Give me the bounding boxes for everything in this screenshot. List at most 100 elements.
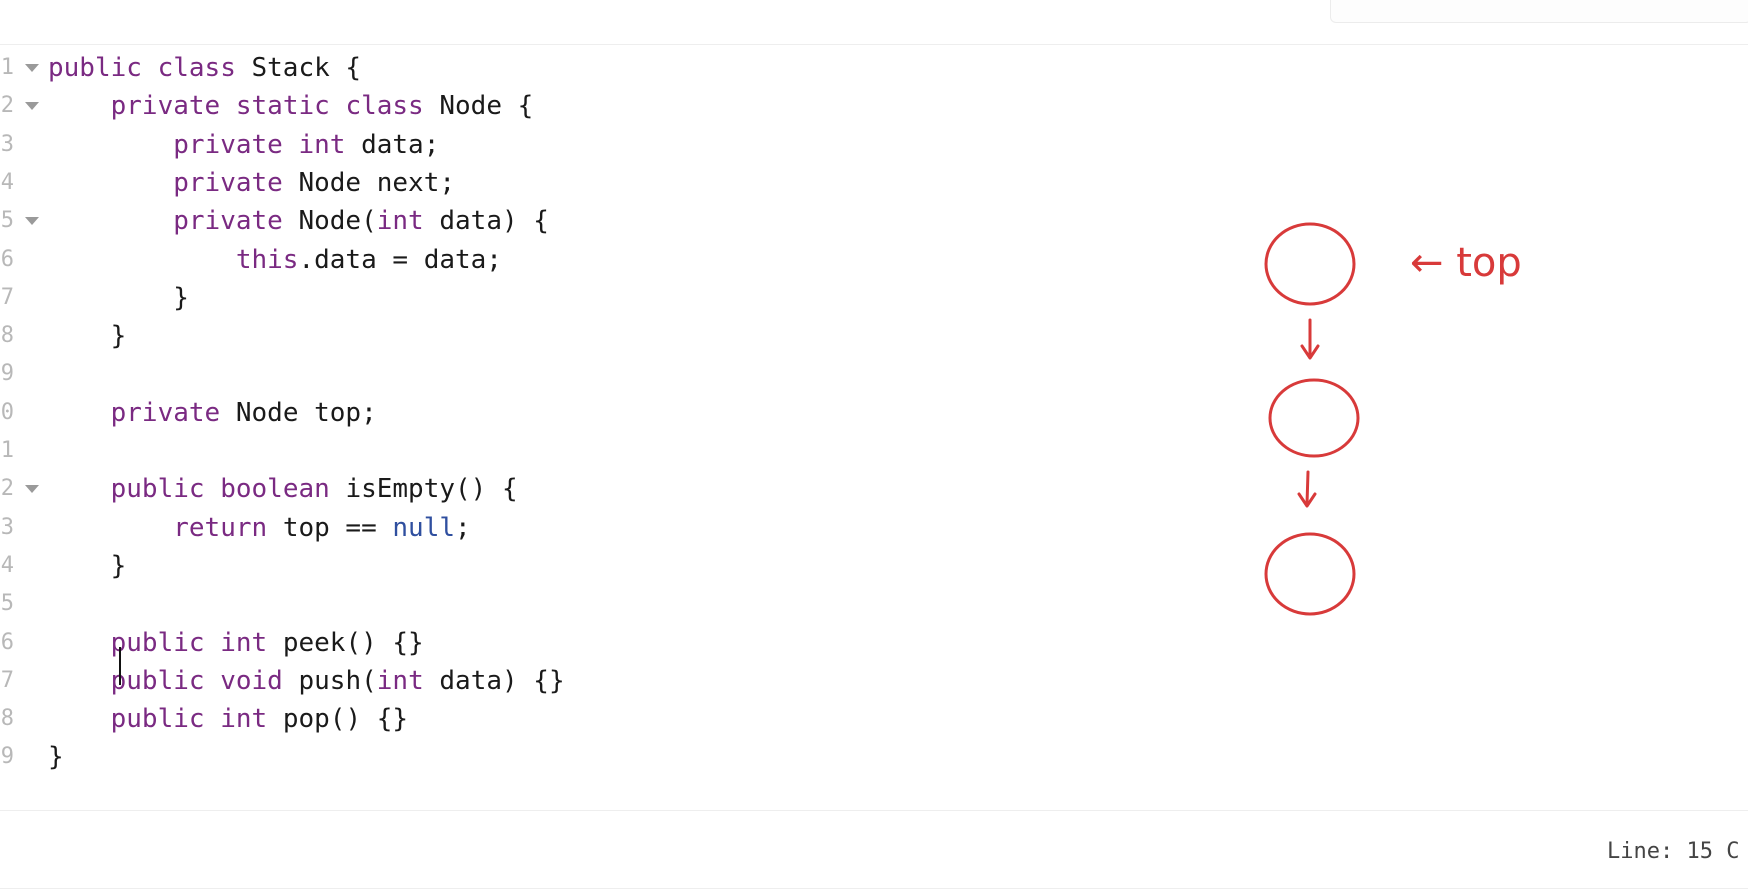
code-token: this: [235, 244, 299, 275]
code-line[interactable]: public int pop() {}: [48, 700, 408, 738]
code-token: public: [110, 627, 221, 658]
code-line[interactable]: private int data;: [48, 126, 439, 164]
code-line[interactable]: public class Stack {: [48, 49, 361, 87]
fold-arrow-icon[interactable]: [25, 64, 39, 72]
text-cursor: [119, 647, 121, 685]
code-line[interactable]: public boolean isEmpty() {: [48, 470, 518, 508]
top-input-box[interactable]: [1330, 0, 1748, 23]
code-line[interactable]: public int peek() {}: [48, 624, 424, 662]
code-token: null: [392, 512, 456, 543]
code-token: Node(: [298, 206, 377, 237]
code-token: int: [298, 129, 362, 160]
top-bar: [0, 0, 1748, 45]
code-token: public: [48, 53, 158, 83]
code-token: int: [376, 206, 440, 237]
line-number: 8: [0, 706, 14, 732]
code-token: void: [220, 665, 299, 696]
status-bar: Line: 15 C: [0, 810, 1748, 896]
code-token: pop() {}: [282, 704, 409, 735]
code-token: private: [173, 129, 299, 160]
bottom-divider: [0, 888, 1748, 889]
line-number: 3: [0, 131, 14, 157]
code-token: isEmpty() {: [345, 474, 518, 505]
code-token: }: [48, 550, 127, 581]
code-token: private: [110, 91, 236, 122]
code-line[interactable]: }: [48, 317, 127, 355]
code-token: int: [220, 627, 283, 658]
code-line[interactable]: }: [48, 547, 127, 585]
line-number: 8: [0, 323, 14, 349]
line-number: 2: [0, 93, 14, 119]
line-number: 1: [0, 55, 14, 80]
code-token: ;: [455, 512, 471, 543]
code-token: public: [110, 665, 221, 696]
code-token: private: [173, 167, 299, 198]
line-number: 4: [0, 169, 14, 195]
code-token: data) {: [439, 206, 549, 237]
code-line[interactable]: private Node next;: [48, 164, 455, 202]
stack-node-3: [1264, 532, 1356, 616]
code-token: Node top;: [235, 397, 377, 428]
line-number: 2: [0, 476, 14, 502]
code-line[interactable]: return top == null;: [48, 509, 471, 547]
stack-node-2: [1268, 378, 1360, 458]
line-number: 4: [0, 552, 14, 578]
top-pointer-label: ← top: [1410, 240, 1522, 286]
next-arrow-2: [1297, 470, 1317, 508]
code-token: boolean: [220, 474, 346, 505]
code-token: int: [220, 704, 283, 735]
code-token: }: [48, 742, 64, 773]
code-token: static: [235, 91, 346, 122]
code-line[interactable]: }: [48, 738, 64, 776]
code-token: Node next;: [298, 167, 456, 198]
code-token: private: [173, 206, 299, 237]
line-number: 6: [0, 246, 14, 272]
next-arrow-1: [1300, 318, 1320, 360]
code-line[interactable]: private static class Node {: [48, 87, 534, 125]
code-token: .data = data;: [298, 244, 502, 275]
app-window: 1 2 3 4 5 6 7 8 9 0 1 2 3 4 5 6 7 8 9 public class Stack {…: [0, 0, 1748, 896]
code-token: push(: [298, 665, 377, 696]
line-number: 7: [0, 667, 14, 693]
code-token: private: [110, 397, 236, 428]
code-token: int: [376, 665, 440, 696]
code-token: Stack {: [251, 53, 362, 83]
line-number: 5: [0, 591, 14, 617]
line-number: 3: [0, 514, 14, 540]
code-token: data;: [361, 129, 440, 160]
line-number: 6: [0, 629, 14, 655]
fold-arrow-icon[interactable]: [25, 217, 39, 226]
code-line[interactable]: }: [48, 279, 189, 317]
code-token: top ==: [282, 512, 393, 543]
stack-node-1: [1264, 222, 1356, 306]
code-line[interactable]: private Node(int data) {: [48, 202, 549, 240]
code-line[interactable]: this.data = data;: [48, 241, 502, 279]
code-token: public: [110, 474, 221, 505]
stack-diagram: ← top: [1264, 222, 1522, 616]
line-number: 0: [0, 399, 14, 425]
code-token: class: [157, 53, 252, 83]
code-token: return: [173, 512, 283, 543]
code-token: class: [345, 91, 440, 122]
code-token: peek() {}: [282, 627, 424, 658]
fold-arrow-icon[interactable]: [25, 102, 39, 111]
code-token: data) {}: [439, 665, 565, 696]
code-token: }: [48, 282, 189, 313]
code-line[interactable]: private Node top;: [48, 394, 377, 432]
line-number: 9: [0, 361, 14, 387]
code-line[interactable]: public void push(int data) {}: [48, 662, 565, 700]
line-number: 7: [0, 284, 14, 310]
fold-arrow-icon[interactable]: [25, 485, 39, 494]
line-number: 1: [0, 438, 14, 463]
line-number: 5: [0, 208, 14, 234]
